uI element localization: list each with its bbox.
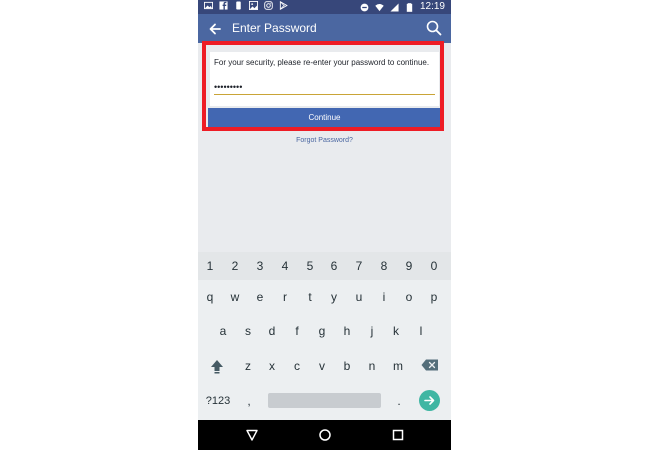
back-triangle-icon[interactable] xyxy=(245,428,259,442)
instagram-icon xyxy=(264,1,273,10)
facebook-notification-icon xyxy=(219,1,228,10)
key-g[interactable]: g xyxy=(311,321,333,341)
key-y[interactable]: y xyxy=(323,287,345,307)
key-h[interactable]: h xyxy=(336,321,358,341)
search-icon[interactable] xyxy=(426,20,442,36)
key-v[interactable]: v xyxy=(311,356,333,376)
key-0[interactable]: 0 xyxy=(423,256,445,276)
wifi-icon xyxy=(375,3,384,11)
key-6[interactable]: 6 xyxy=(323,256,345,276)
key-u[interactable]: u xyxy=(348,287,370,307)
arrow-right-icon xyxy=(424,396,435,405)
key-n[interactable]: n xyxy=(361,356,383,376)
key-e[interactable]: e xyxy=(249,287,271,307)
key-j[interactable]: j xyxy=(361,321,383,341)
key-7[interactable]: 7 xyxy=(348,256,370,276)
key-i[interactable]: i xyxy=(373,287,395,307)
gallery-icon xyxy=(204,1,213,10)
password-card: For your security, please re-enter your … xyxy=(210,52,439,106)
security-message: For your security, please re-enter your … xyxy=(214,58,430,67)
key-s[interactable]: s xyxy=(237,321,259,341)
key-d[interactable]: d xyxy=(261,321,283,341)
key-5[interactable]: 5 xyxy=(299,256,321,276)
symbols-key[interactable]: ?123 xyxy=(203,391,233,411)
key-l[interactable]: l xyxy=(410,321,432,341)
key-t[interactable]: t xyxy=(299,287,321,307)
period-key[interactable]: . xyxy=(388,391,410,411)
signal-icon xyxy=(390,2,399,12)
do-not-disturb-icon xyxy=(360,3,369,11)
key-a[interactable]: a xyxy=(212,321,234,341)
shift-icon[interactable] xyxy=(210,359,224,374)
image-icon xyxy=(249,1,258,10)
key-z[interactable]: z xyxy=(237,356,259,376)
key-p[interactable]: p xyxy=(423,287,445,307)
back-arrow-icon[interactable] xyxy=(207,21,223,37)
key-2[interactable]: 2 xyxy=(224,256,246,276)
phone-screen: 12:19 Enter Password For your security, … xyxy=(198,0,451,450)
enter-button[interactable] xyxy=(419,390,440,411)
battery-icon xyxy=(406,2,413,12)
comma-key[interactable]: , xyxy=(238,391,260,411)
home-circle-icon[interactable] xyxy=(318,428,332,442)
device-icon xyxy=(236,1,241,10)
key-3[interactable]: 3 xyxy=(249,256,271,276)
spacebar[interactable] xyxy=(268,393,381,408)
key-b[interactable]: b xyxy=(336,356,358,376)
notification-icons xyxy=(204,1,288,10)
key-1[interactable]: 1 xyxy=(199,256,221,276)
status-bar: 12:19 xyxy=(198,0,451,14)
backspace-icon[interactable] xyxy=(421,359,439,371)
app-bar: Enter Password xyxy=(198,14,451,43)
recents-square-icon[interactable] xyxy=(391,428,405,442)
soft-keyboard: 1 2 3 4 5 6 7 8 9 0 q w e r t y u i o p … xyxy=(198,252,451,420)
continue-button[interactable]: Continue xyxy=(208,108,441,128)
key-x[interactable]: x xyxy=(261,356,283,376)
key-r[interactable]: r xyxy=(274,287,296,307)
password-input[interactable] xyxy=(214,79,435,95)
key-4[interactable]: 4 xyxy=(274,256,296,276)
key-w[interactable]: w xyxy=(224,287,246,307)
key-f[interactable]: f xyxy=(286,321,308,341)
forgot-password-link[interactable]: Forgot Password? xyxy=(198,137,451,144)
key-9[interactable]: 9 xyxy=(398,256,420,276)
key-8[interactable]: 8 xyxy=(373,256,395,276)
key-m[interactable]: m xyxy=(387,356,409,376)
play-store-icon xyxy=(279,1,288,10)
key-k[interactable]: k xyxy=(385,321,407,341)
key-c[interactable]: c xyxy=(286,356,308,376)
key-q[interactable]: q xyxy=(199,287,221,307)
page-title: Enter Password xyxy=(232,21,317,35)
system-status-icons: 12:19 xyxy=(360,0,445,14)
key-o[interactable]: o xyxy=(398,287,420,307)
status-time: 12:19 xyxy=(419,1,445,12)
navigation-bar xyxy=(198,420,451,450)
